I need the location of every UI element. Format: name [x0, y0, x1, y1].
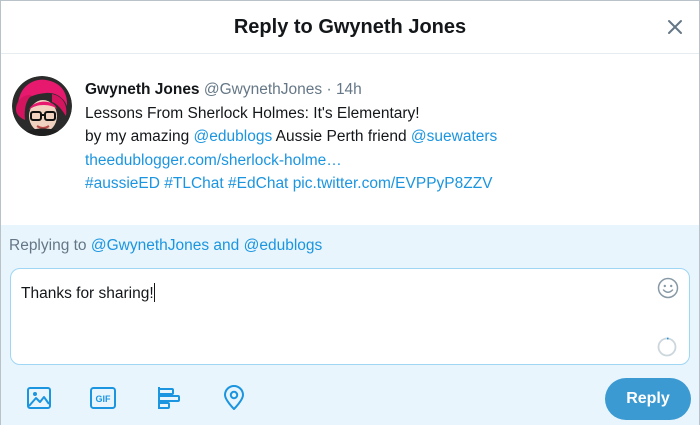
replying-to-users[interactable]: @GwynethJones and @edublogs	[91, 237, 322, 254]
tweet-text: Aussie Perth friend	[272, 128, 411, 145]
reply-dialog: Reply to Gwyneth Jones Gwyneth Jones @Gw…	[0, 0, 700, 425]
tweet-line-4: #aussieED #TLChat #EdChat pic.twitter.co…	[85, 172, 685, 196]
replying-to-label: Replying to	[9, 237, 91, 254]
dialog-header: Reply to Gwyneth Jones	[1, 1, 699, 54]
close-icon	[668, 20, 682, 34]
author-name[interactable]: Gwyneth Jones	[85, 81, 200, 98]
location-icon	[224, 385, 244, 410]
replying-to: Replying to @GwynethJones and @edublogs	[9, 237, 322, 255]
poll-button[interactable]	[156, 385, 182, 411]
hashtag-link[interactable]: #TLChat	[164, 175, 223, 192]
tweet-line-1: Lessons From Sherlock Holmes: It's Eleme…	[85, 104, 420, 122]
tweet-line-2: by my amazing @edublogs Aussie Perth fri…	[85, 125, 685, 149]
reply-text: Thanks for sharing!	[21, 285, 154, 302]
pic-link[interactable]: pic.twitter.com/EVPPyP8ZZV	[293, 175, 493, 192]
mention-link[interactable]: @suewaters	[411, 128, 497, 145]
emoji-icon	[657, 277, 679, 299]
image-icon	[27, 387, 51, 409]
reply-textbox[interactable]: Thanks for sharing!	[10, 268, 690, 365]
emoji-button[interactable]	[657, 277, 679, 299]
location-button[interactable]	[221, 385, 247, 411]
url-link[interactable]: theedublogger.com/sherlock-holme…	[85, 152, 342, 169]
dialog-title: Reply to Gwyneth Jones	[233, 15, 467, 38]
tweet-time[interactable]: 14h	[336, 81, 362, 98]
svg-text:GIF: GIF	[96, 394, 112, 404]
hashtag-link[interactable]: #aussieED	[85, 175, 160, 192]
reply-button[interactable]: Reply	[605, 378, 691, 420]
author-handle[interactable]: @GwynethJones	[204, 81, 322, 98]
close-button[interactable]	[663, 15, 687, 39]
media-button[interactable]	[26, 385, 52, 411]
mention-link[interactable]: @edublogs	[194, 128, 273, 145]
reply-composer: Replying to @GwynethJones and @edublogs …	[1, 225, 699, 425]
tweet-body: Gwyneth Jones @GwynethJones · 14h Lesson…	[85, 78, 685, 196]
meta-separator: ·	[326, 81, 332, 98]
gif-icon: GIF	[90, 387, 116, 409]
character-counter	[657, 337, 677, 357]
reply-text-content[interactable]: Thanks for sharing!	[21, 283, 155, 303]
gif-button[interactable]: GIF	[90, 385, 116, 411]
tweet-text: by my amazing	[85, 128, 194, 145]
tweet-line-3: theedublogger.com/sherlock-holme…	[85, 149, 685, 173]
hashtag-link[interactable]: #EdChat	[228, 175, 288, 192]
avatar[interactable]	[12, 76, 72, 136]
poll-icon	[158, 387, 180, 409]
text-caret	[153, 283, 155, 302]
original-tweet: Gwyneth Jones @GwynethJones · 14h Lesson…	[1, 55, 699, 225]
tweet-header: Gwyneth Jones @GwynethJones · 14h	[85, 78, 685, 102]
progress-ring-icon	[657, 337, 677, 357]
